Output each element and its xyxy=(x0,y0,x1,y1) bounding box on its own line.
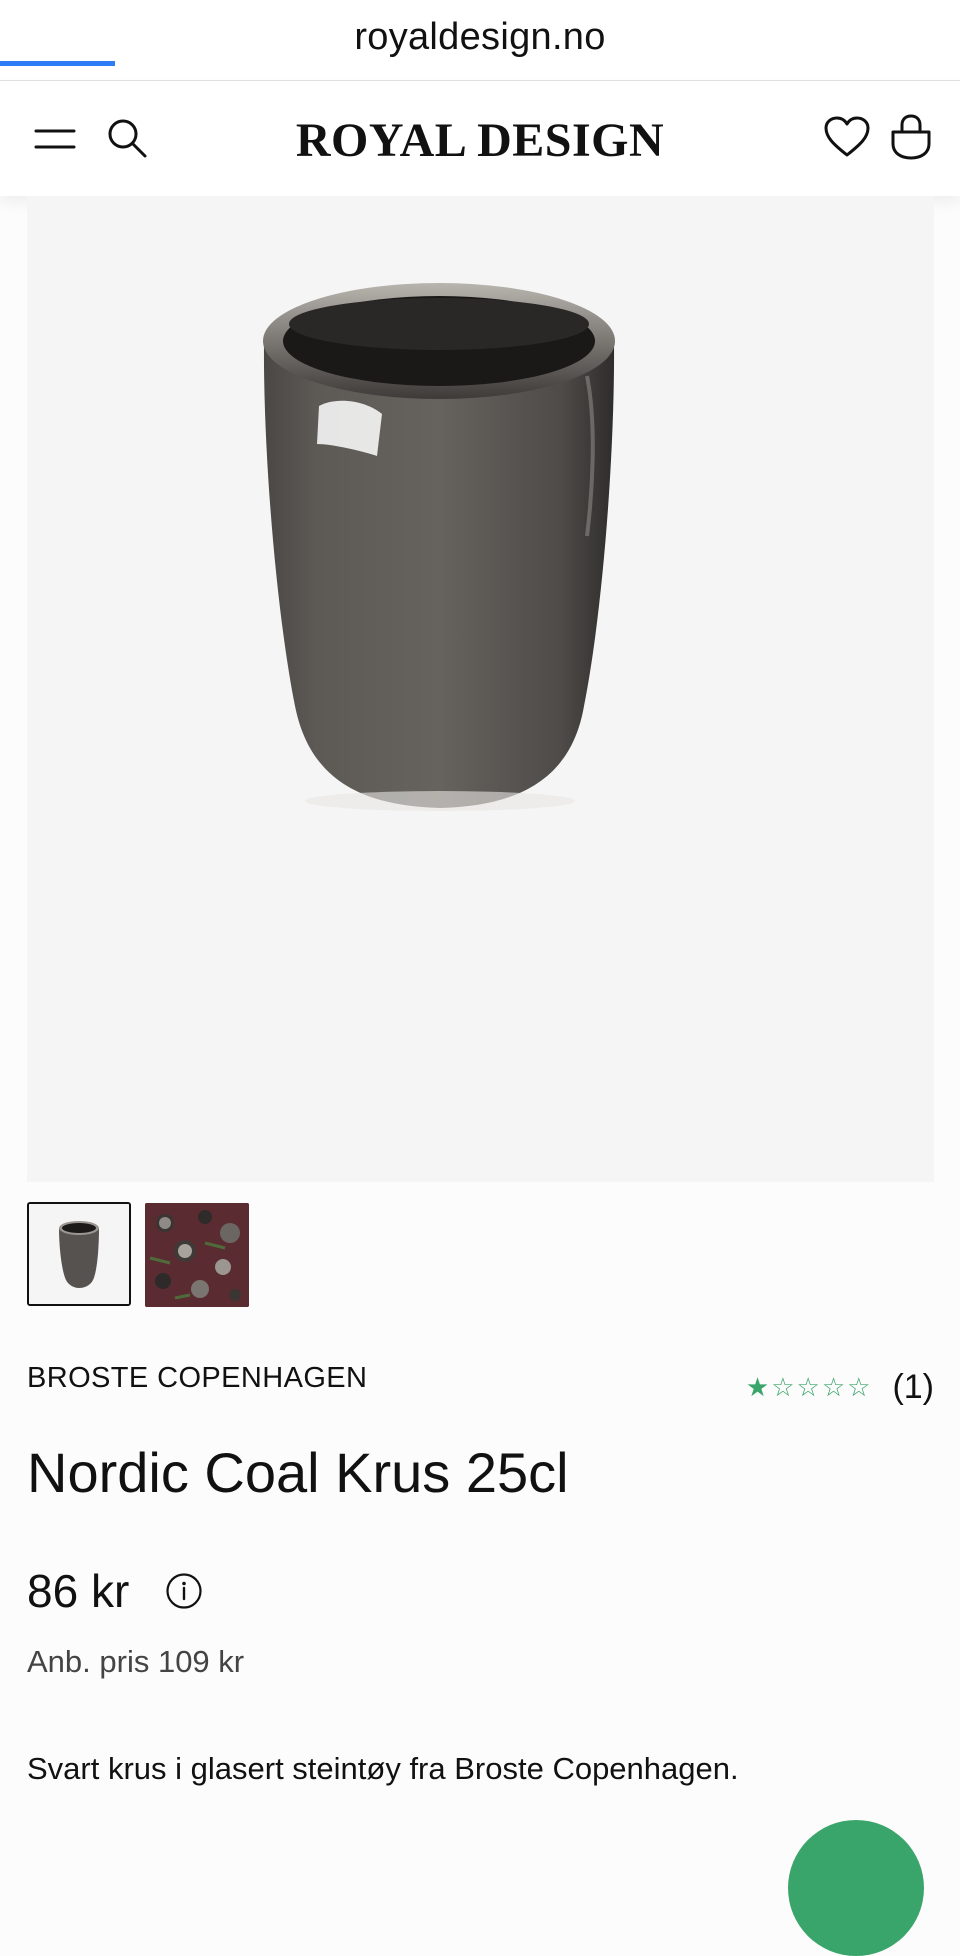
mug-thumbnail-image xyxy=(29,1204,129,1304)
pattern-thumbnail-image xyxy=(145,1203,249,1307)
star-filled-icon: ★ xyxy=(745,1372,772,1402)
star-empty-icon: ☆ xyxy=(847,1372,873,1402)
heart-icon[interactable] xyxy=(823,115,871,159)
product-title: Nordic Coal Krus 25cl xyxy=(27,1441,569,1504)
star-empty-icon: ☆ xyxy=(821,1372,848,1402)
thumbnail-mug[interactable] xyxy=(27,1202,131,1306)
url-text[interactable]: royaldesign.no xyxy=(354,16,605,59)
page-load-progress xyxy=(0,61,115,66)
browser-url-bar[interactable]: royaldesign.no xyxy=(0,0,960,81)
site-header: ROYAL DESIGN xyxy=(0,81,960,196)
rating-stars: ★☆☆☆☆ xyxy=(746,1372,873,1403)
star-empty-icon: ☆ xyxy=(771,1372,797,1402)
info-icon[interactable] xyxy=(165,1572,203,1610)
brand-name[interactable]: BROSTE COPENHAGEN xyxy=(27,1362,367,1395)
site-logo[interactable]: ROYAL DESIGN xyxy=(0,113,960,168)
chat-button[interactable] xyxy=(788,1820,924,1956)
product-description: Svart krus i glasert steintøy fra Broste… xyxy=(27,1751,739,1786)
bag-icon[interactable] xyxy=(889,113,933,161)
review-count[interactable]: (1) xyxy=(892,1368,934,1407)
product-price: 86 kr xyxy=(27,1565,130,1617)
mug-illustration xyxy=(263,283,615,811)
thumbnail-pattern[interactable] xyxy=(145,1203,249,1307)
star-empty-icon: ☆ xyxy=(796,1372,822,1402)
recommended-price: Anb. pris 109 kr xyxy=(27,1644,245,1679)
price-row: 86 kr xyxy=(27,1564,203,1618)
product-rating[interactable]: ★☆☆☆☆ (1) xyxy=(746,1368,934,1407)
product-image[interactable] xyxy=(27,196,934,1182)
